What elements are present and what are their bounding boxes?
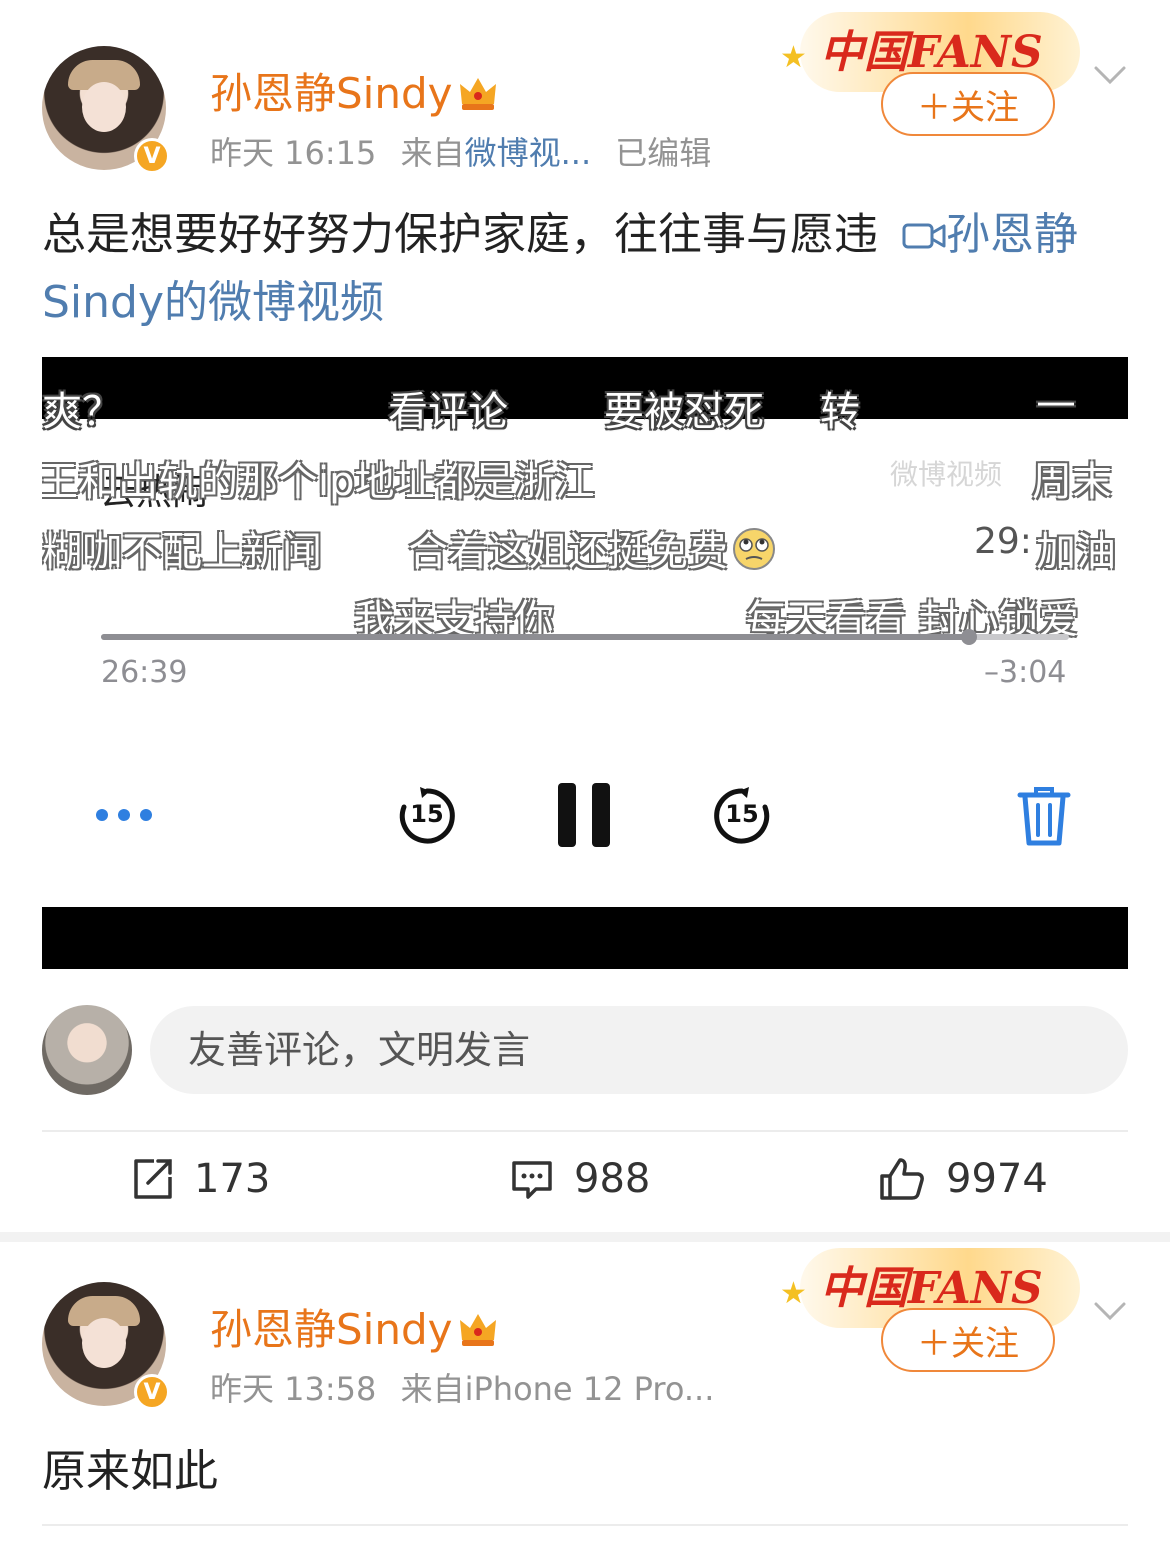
crown-vip-icon xyxy=(460,1314,497,1346)
more-options-icon[interactable] xyxy=(94,802,154,828)
from-label: 来自 xyxy=(400,1370,465,1408)
video-watermark: 微博视频 xyxy=(890,458,1003,491)
divider xyxy=(42,1130,1128,1132)
crown-vip-icon xyxy=(460,78,497,110)
post-meta: 昨天 13:58 来自iPhone 12 Pro... xyxy=(210,1364,714,1410)
rolling-eyes-emoji-icon xyxy=(733,528,775,570)
post-text: 总是想要好好努力保护家庭，往往事与愿违 孙恩静Sindy的微博视频 xyxy=(42,201,1128,337)
post-text: 原来如此 xyxy=(42,1446,218,1497)
star-icon: ★ xyxy=(780,1276,807,1311)
author-avatar[interactable]: V xyxy=(42,1282,170,1410)
danmaku-text: 合着这姐还挺免费 xyxy=(408,529,728,575)
author-name-text: 孙恩静Sindy xyxy=(210,1305,453,1354)
chevron-down-icon[interactable] xyxy=(1092,56,1128,92)
like-count: 9974 xyxy=(946,1156,1048,1202)
chevron-down-icon[interactable] xyxy=(1092,1292,1128,1328)
post-source: iPhone 12 Pro... xyxy=(464,1370,715,1408)
danmaku-comment: 糊咖不配上新闻 xyxy=(42,529,322,575)
post-time: 昨天 13:58 xyxy=(210,1370,377,1408)
comment-count: 988 xyxy=(574,1156,651,1202)
danmaku-comment: 爽？ xyxy=(42,389,122,435)
repost-button[interactable]: 173 xyxy=(130,1156,270,1202)
danmaku-comment: — xyxy=(1036,379,1076,425)
overlay-partial-time: 29: xyxy=(974,521,1032,562)
follow-label: ＋关注 xyxy=(917,1323,1019,1364)
divider xyxy=(42,1524,1128,1526)
post-separator xyxy=(0,1232,1170,1242)
video-link-icon xyxy=(902,223,946,249)
like-button[interactable]: 9974 xyxy=(878,1156,1048,1202)
danmaku-comment: 周末 xyxy=(1032,459,1112,505)
video-letterbox-bottom xyxy=(42,907,1128,969)
comment-button[interactable]: 988 xyxy=(510,1156,650,1202)
verified-badge-icon: V xyxy=(134,138,170,174)
danmaku-comment: 要被怼死 xyxy=(604,389,764,435)
danmaku-comment: 加油 xyxy=(1036,529,1116,575)
author-name[interactable]: 孙恩静Sindy xyxy=(210,1296,498,1357)
follow-button[interactable]: ＋关注 xyxy=(881,72,1055,136)
progress-fill xyxy=(101,634,970,640)
trash-icon[interactable] xyxy=(1016,783,1072,847)
star-icon: ★ xyxy=(780,40,807,75)
from-label: 来自 xyxy=(400,134,465,172)
elapsed-time: 26:39 xyxy=(101,655,188,690)
avatar-face xyxy=(82,1318,126,1368)
weibo-post-1: V 孙恩静Sindy 昨天 16:15 来自微博视... 已编辑 ★ 中国FAN… xyxy=(0,0,1170,1232)
post-time: 昨天 16:15 xyxy=(210,134,377,172)
comment-icon xyxy=(512,1161,552,1199)
follow-button[interactable]: ＋关注 xyxy=(881,1308,1055,1372)
video-player[interactable]: 微博视频 云热闹 29: 爽？ 看评论 要被怼死 转 — 王和出轨的那个ip地址… xyxy=(42,357,1128,969)
avatar-face xyxy=(82,82,126,132)
danmaku-comment: 王和出轨的那个ip地址都是浙江 xyxy=(42,459,595,505)
current-user-avatar xyxy=(42,1005,132,1095)
progress-bar[interactable] xyxy=(101,629,1069,645)
follow-label: ＋关注 xyxy=(917,87,1019,128)
repost-icon xyxy=(134,1159,172,1199)
author-name-text: 孙恩静Sindy xyxy=(210,69,453,118)
skip-forward-button[interactable]: 15 xyxy=(711,785,773,847)
post-source-link[interactable]: 微博视... xyxy=(465,134,592,172)
author-name[interactable]: 孙恩静Sindy xyxy=(210,60,498,121)
remaining-time: –3:04 xyxy=(984,655,1067,690)
danmaku-comment: 合着这姐还挺免费 xyxy=(408,519,776,577)
skip-forward-label: 15 xyxy=(725,800,759,828)
skip-back-button[interactable]: 15 xyxy=(396,785,458,847)
danmaku-comment: 看评论 xyxy=(388,389,508,435)
video-letterbox-top xyxy=(42,357,1128,419)
weibo-post-2: V 孙恩静Sindy 昨天 13:58 来自iPhone 12 Pro... ★… xyxy=(0,1242,1170,1568)
verified-badge-icon: V xyxy=(134,1374,170,1410)
author-avatar[interactable]: V xyxy=(42,46,170,174)
repost-count: 173 xyxy=(194,1156,271,1202)
fans-banner-text: 中国FANS xyxy=(820,1263,1043,1314)
skip-back-label: 15 xyxy=(410,800,444,828)
pause-icon[interactable] xyxy=(556,781,612,849)
post-meta: 昨天 16:15 来自微博视... 已编辑 xyxy=(210,128,711,174)
thumbs-up-icon xyxy=(880,1158,924,1200)
fans-banner-text: 中国FANS xyxy=(820,27,1043,78)
post-body-text: 总是想要好好努力保护家庭，往往事与愿违 xyxy=(42,209,878,260)
edited-label: 已编辑 xyxy=(615,134,712,172)
danmaku-comment: 转 xyxy=(820,389,860,435)
comment-input[interactable]: 友善评论，文明发言 xyxy=(150,1006,1128,1094)
